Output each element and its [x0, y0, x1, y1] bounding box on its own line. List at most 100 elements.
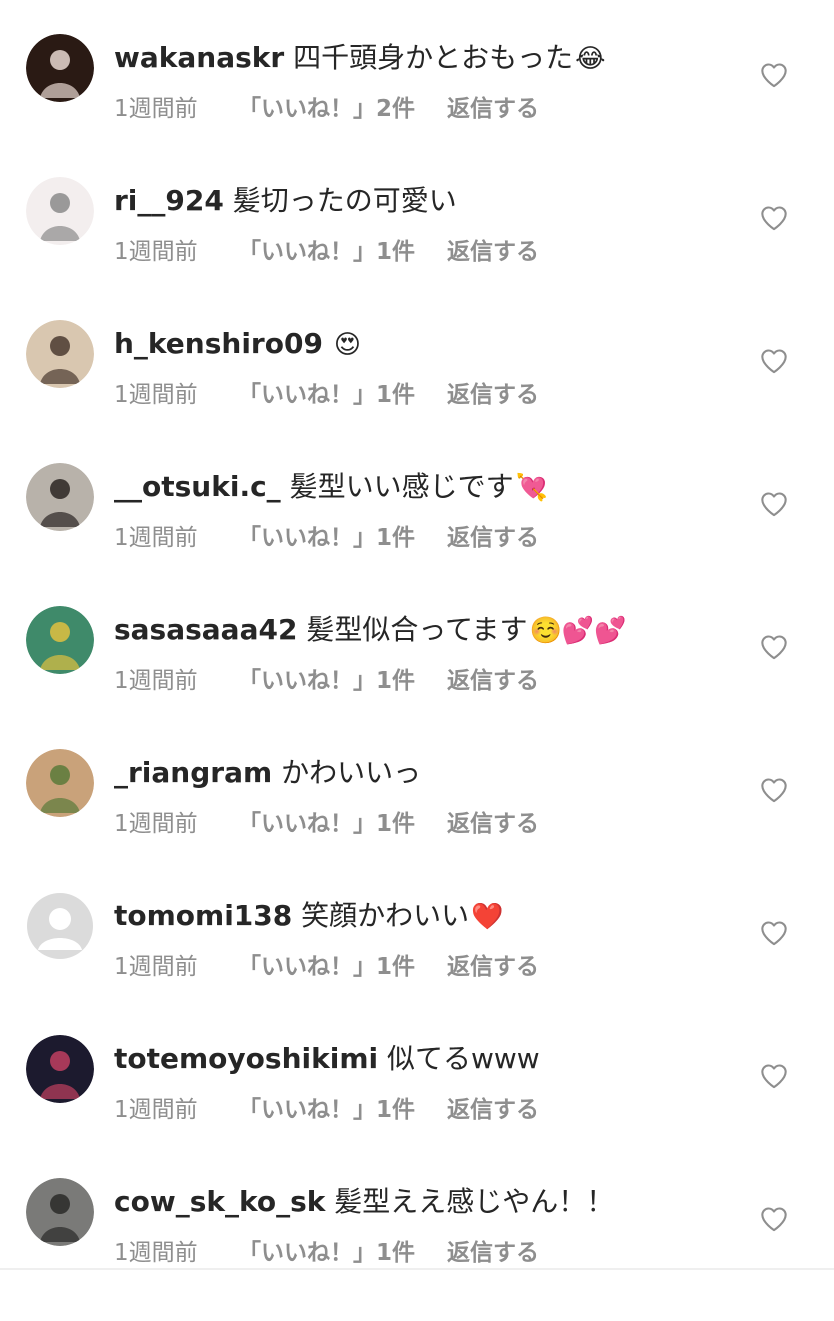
- comment-line: ri__924 髪切ったの可愛い: [114, 181, 459, 222]
- comment-text: 髪型いい感じです: [289, 470, 514, 503]
- likes-count-link[interactable]: 「いいね！」2件: [238, 94, 415, 124]
- timestamp: 1週間前: [114, 668, 198, 694]
- comment-text: 髪型似合ってます: [306, 613, 528, 646]
- comment-line: cow_sk_ko_sk 髪型ええ感じやん！！: [114, 1182, 616, 1223]
- heart-icon: [761, 778, 787, 803]
- timestamp: 1週間前: [114, 239, 198, 265]
- timestamp: 1週間前: [114, 525, 198, 551]
- comment-line: _riangram かわいいっ: [114, 753, 423, 794]
- username-link[interactable]: tomomi138: [114, 899, 292, 932]
- emoji: ☺️💕💕: [529, 616, 627, 646]
- username-link[interactable]: h_kenshiro09: [114, 327, 323, 360]
- timestamp: 1週間前: [114, 382, 198, 408]
- likes-count-link[interactable]: 「いいね！」1件: [238, 380, 415, 410]
- comment-meta: 1週間前 「いいね！」1件 返信する: [114, 666, 539, 696]
- like-button[interactable]: [760, 1063, 788, 1091]
- username-link[interactable]: sasasaaa42: [114, 613, 297, 646]
- emoji: 💘: [515, 473, 548, 503]
- username-link[interactable]: __otsuki.c_: [114, 470, 281, 503]
- reply-button[interactable]: 返信する: [447, 1238, 539, 1268]
- reply-button[interactable]: 返信する: [447, 237, 539, 267]
- comment-row: tomomi138 笑顔かわいい❤️ 1週間前 「いいね！」1件 返信する: [0, 892, 834, 1035]
- likes-count-link[interactable]: 「いいね！」1件: [238, 666, 415, 696]
- comment-meta: 1週間前 「いいね！」1件 返信する: [114, 809, 539, 839]
- comment-meta: 1週間前 「いいね！」1件 返信する: [114, 952, 539, 982]
- timestamp: 1週間前: [114, 811, 198, 837]
- comment-text: 似てるwww: [387, 1042, 540, 1075]
- heart-icon: [761, 492, 787, 517]
- comment-line: h_kenshiro09 😍: [114, 324, 361, 365]
- heart-icon: [761, 349, 787, 374]
- avatar[interactable]: [26, 1035, 94, 1103]
- avatar[interactable]: [26, 34, 94, 102]
- avatar[interactable]: [26, 892, 94, 960]
- like-button[interactable]: [760, 491, 788, 519]
- likes-count-link[interactable]: 「いいね！」1件: [238, 952, 415, 982]
- emoji: 😍: [333, 330, 361, 360]
- reply-button[interactable]: 返信する: [447, 523, 539, 553]
- emoji: ❤️: [471, 902, 504, 932]
- timestamp: 1週間前: [114, 96, 198, 122]
- comment-line: sasasaaa42 髪型似合ってます☺️💕💕: [114, 610, 627, 651]
- avatar[interactable]: [26, 1178, 94, 1246]
- reply-button[interactable]: 返信する: [447, 809, 539, 839]
- like-button[interactable]: [760, 1206, 788, 1234]
- comment-text: 髪切ったの可愛い: [232, 184, 457, 217]
- like-button[interactable]: [760, 777, 788, 805]
- username-link[interactable]: cow_sk_ko_sk: [114, 1185, 325, 1218]
- reply-button[interactable]: 返信する: [447, 666, 539, 696]
- username-link[interactable]: wakanaskr: [114, 41, 284, 74]
- comment-meta: 1週間前 「いいね！」1件 返信する: [114, 237, 539, 267]
- username-link[interactable]: totemoyoshikimi: [114, 1042, 378, 1075]
- likes-count-link[interactable]: 「いいね！」1件: [238, 809, 415, 839]
- timestamp: 1週間前: [114, 1097, 198, 1123]
- like-button[interactable]: [760, 634, 788, 662]
- likes-count-link[interactable]: 「いいね！」1件: [238, 1238, 415, 1268]
- comment-meta: 1週間前 「いいね！」1件 返信する: [114, 380, 539, 410]
- likes-count-link[interactable]: 「いいね！」1件: [238, 523, 415, 553]
- reply-button[interactable]: 返信する: [447, 952, 539, 982]
- heart-icon: [761, 1064, 787, 1089]
- like-button[interactable]: [760, 62, 788, 90]
- comment-meta: 1週間前 「いいね！」1件 返信する: [114, 1095, 539, 1125]
- timestamp: 1週間前: [114, 954, 198, 980]
- comment-text: 四千頭身かとおもった: [293, 41, 574, 74]
- heart-icon: [761, 1207, 787, 1232]
- likes-count-link[interactable]: 「いいね！」1件: [238, 1095, 415, 1125]
- comment-row: _riangram かわいいっ 1週間前 「いいね！」1件 返信する: [0, 749, 834, 892]
- username-link[interactable]: _riangram: [114, 756, 272, 789]
- comment-row: cow_sk_ko_sk 髪型ええ感じやん！！ 1週間前 「いいね！」1件 返信する: [0, 1178, 834, 1321]
- reply-button[interactable]: 返信する: [447, 94, 539, 124]
- comment-row: __otsuki.c_ 髪型いい感じです💘 1週間前 「いいね！」1件 返信する: [0, 463, 834, 606]
- heart-icon: [761, 635, 787, 660]
- likes-count-link[interactable]: 「いいね！」1件: [238, 237, 415, 267]
- heart-icon: [761, 63, 787, 88]
- username-link[interactable]: ri__924: [114, 184, 224, 217]
- comment-text: かわいいっ: [281, 756, 422, 789]
- emoji: 😂: [575, 44, 606, 74]
- like-button[interactable]: [760, 920, 788, 948]
- comment-line: __otsuki.c_ 髪型いい感じです💘: [114, 467, 548, 508]
- comment-meta: 1週間前 「いいね！」1件 返信する: [114, 523, 539, 553]
- comment-line: wakanaskr 四千頭身かとおもった😂: [114, 38, 606, 79]
- comment-row: wakanaskr 四千頭身かとおもった😂 1週間前 「いいね！」2件 返信する: [0, 34, 834, 177]
- heart-icon: [761, 206, 787, 231]
- comment-row: totemoyoshikimi 似てるwww 1週間前 「いいね！」1件 返信する: [0, 1035, 834, 1178]
- reply-button[interactable]: 返信する: [447, 1095, 539, 1125]
- comment-meta: 1週間前 「いいね！」2件 返信する: [114, 94, 539, 124]
- heart-icon: [761, 921, 787, 946]
- avatar[interactable]: [26, 320, 94, 388]
- timestamp: 1週間前: [114, 1240, 198, 1266]
- avatar[interactable]: [26, 463, 94, 531]
- avatar[interactable]: [26, 749, 94, 817]
- comment-line: tomomi138 笑顔かわいい❤️: [114, 896, 504, 937]
- comment-row: h_kenshiro09 😍 1週間前 「いいね！」1件 返信する: [0, 320, 834, 463]
- like-button[interactable]: [760, 348, 788, 376]
- avatar[interactable]: [26, 606, 94, 674]
- avatar[interactable]: [26, 177, 94, 245]
- comment-line: totemoyoshikimi 似てるwww: [114, 1039, 542, 1080]
- reply-button[interactable]: 返信する: [447, 380, 539, 410]
- comment-row: sasasaaa42 髪型似合ってます☺️💕💕 1週間前 「いいね！」1件 返信する: [0, 606, 834, 749]
- comment-meta: 1週間前 「いいね！」1件 返信する: [114, 1238, 539, 1268]
- like-button[interactable]: [760, 205, 788, 233]
